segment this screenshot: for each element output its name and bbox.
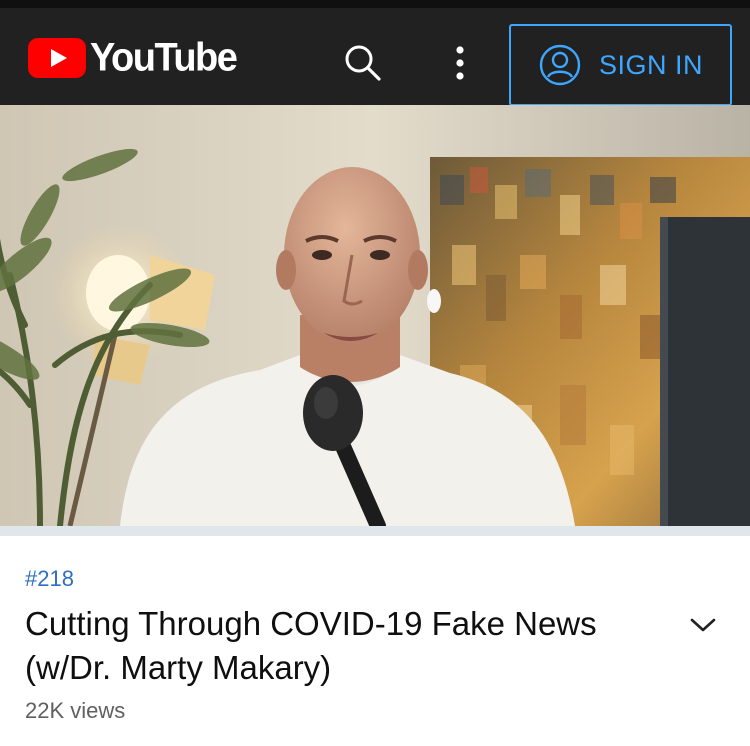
status-strip	[0, 0, 750, 8]
video-info-panel: #218 Cutting Through COVID-19 Fake News …	[0, 536, 750, 746]
more-vert-icon	[456, 46, 464, 80]
video-frame	[0, 105, 750, 526]
youtube-mobile-page: YouTube SIGN IN #218 Cutting Through COV…	[0, 0, 750, 746]
video-title: Cutting Through COVID-19 Fake News (w/Dr…	[25, 605, 597, 686]
video-player[interactable]	[0, 105, 750, 526]
search-button[interactable]	[340, 40, 386, 86]
video-hashtag[interactable]: #218	[25, 566, 74, 592]
expand-description-button[interactable]	[684, 610, 722, 640]
top-app-bar: YouTube SIGN IN	[0, 8, 750, 106]
view-count: 22K views	[25, 698, 126, 723]
search-icon	[345, 45, 381, 81]
more-options-button[interactable]	[440, 40, 480, 86]
sign-in-label: SIGN IN	[599, 49, 704, 80]
sign-in-button[interactable]: SIGN IN	[509, 24, 732, 106]
youtube-logo-icon	[28, 38, 86, 78]
account-circle-icon	[539, 44, 581, 86]
logo-wordmark: YouTube	[90, 35, 238, 81]
progress-strip[interactable]	[0, 526, 750, 536]
chevron-down-icon	[690, 618, 716, 632]
youtube-logo[interactable]: YouTube	[28, 35, 238, 81]
